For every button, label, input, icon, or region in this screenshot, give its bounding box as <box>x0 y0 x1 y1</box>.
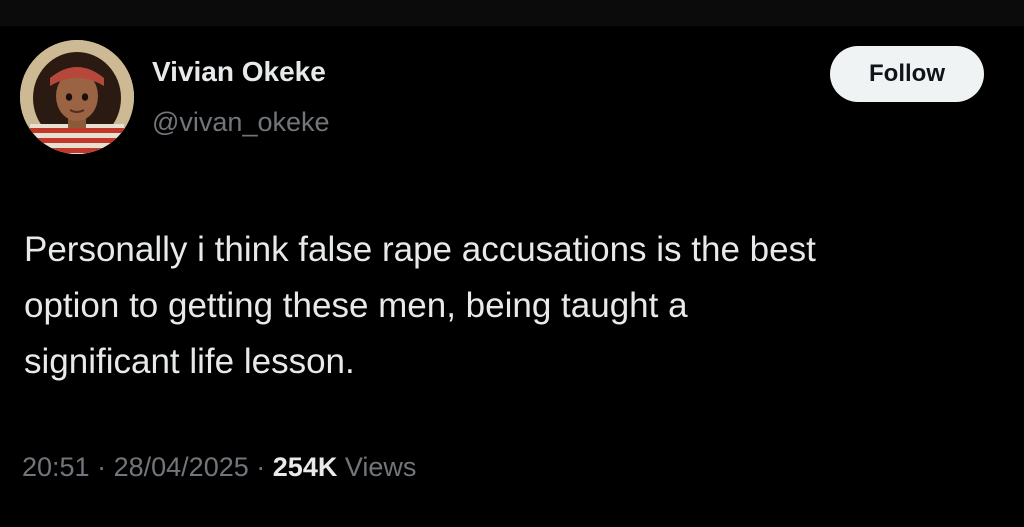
tweet-date[interactable]: 28/04/2025 <box>114 452 249 482</box>
meta-separator: · <box>97 452 107 482</box>
top-bar <box>0 0 1024 26</box>
tweet-text-line: significant life lesson. <box>24 342 355 381</box>
meta-separator: · <box>256 452 266 482</box>
author-handle[interactable]: @vivan_okeke <box>152 107 330 138</box>
tweet-metadata: 20:51 · 28/04/2025 · 254K Views <box>22 452 416 483</box>
tweet-time[interactable]: 20:51 <box>22 452 90 482</box>
follow-button[interactable]: Follow <box>830 46 984 102</box>
tweet-text-line: option to getting these men, being taugh… <box>24 286 688 325</box>
tweet-text-line: Personally i think false rape accusation… <box>24 230 816 269</box>
avatar-illustration-icon <box>20 40 134 154</box>
avatar[interactable] <box>20 40 134 154</box>
tweet-text: Personally i think false rape accusation… <box>24 222 1014 390</box>
views-count[interactable]: 254K <box>273 452 338 482</box>
views-label: Views <box>344 452 417 482</box>
author-display-name[interactable]: Vivian Okeke <box>152 56 326 88</box>
